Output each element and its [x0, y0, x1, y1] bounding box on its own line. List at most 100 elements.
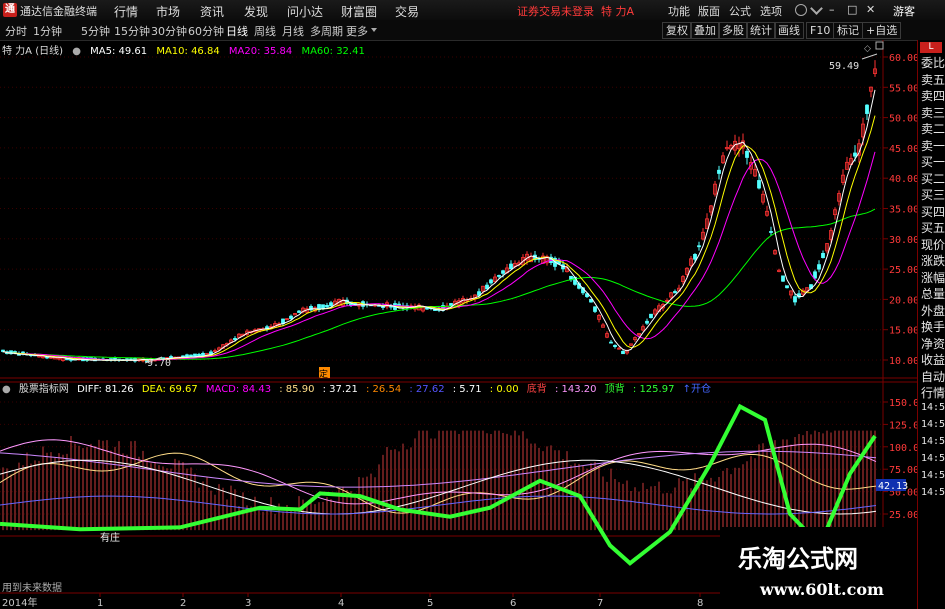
tab-1min[interactable]: 1分钟 — [33, 23, 62, 39]
watermark-url: www.60lt.com — [760, 580, 884, 599]
side-item[interactable]: 卖三 — [921, 104, 945, 121]
more-dropdown-icon[interactable] — [371, 28, 377, 32]
current-stock-name: 特 力A — [601, 5, 635, 18]
side-item[interactable]: 委比 — [921, 54, 945, 71]
win-close-icon[interactable]: ✕ — [866, 3, 875, 16]
expand-icon[interactable] — [875, 41, 884, 50]
tab-monthly[interactable]: 月线 — [282, 23, 304, 39]
candle-body — [693, 254, 697, 260]
tab-15min[interactable]: 15分钟 — [114, 23, 150, 39]
side-item[interactable]: 卖四 — [921, 87, 945, 104]
indicator-tick-label: 150.00 — [889, 398, 917, 409]
side-time: 14:50 — [921, 470, 945, 481]
price-tick-label: 25.00 — [889, 265, 917, 276]
quote-side-panel: L 委比 卖五 卖四 卖三 卖二 卖一 买一 买二 买三 买四 买五 现价 涨跌 涨幅 总量 外盘 换手 净资 收益… — [917, 40, 945, 609]
price-tick-label: 20.00 — [889, 295, 917, 306]
menu-xiaoda[interactable]: 问小达 — [287, 3, 323, 20]
guest-button[interactable]: 游客 — [893, 3, 915, 19]
ma10-line — [2, 115, 876, 361]
annotation-youzhuang: 有庄 — [100, 531, 120, 544]
tab-30min[interactable]: 30分钟 — [151, 23, 187, 39]
price-tick-label: 60.00 — [889, 53, 917, 64]
menu-function[interactable]: 功能 — [668, 3, 690, 19]
tab-5min[interactable]: 5分钟 — [81, 23, 110, 39]
tab-more[interactable]: 更多 — [346, 23, 368, 39]
tool-overlay[interactable]: 叠加 — [690, 22, 720, 39]
value-7: : 143.20 — [554, 384, 597, 395]
menu-quotes[interactable]: 行情 — [114, 3, 138, 20]
indicator-settings-icon[interactable]: ● — [2, 384, 11, 395]
period-toolbar: 分时 1分钟 5分钟 15分钟 30分钟 60分钟 日线 周线 月线 多周期 更… — [0, 20, 945, 41]
tab-intraday[interactable]: 分时 — [5, 23, 27, 39]
chevron-down-icon[interactable] — [810, 2, 823, 15]
menu-news[interactable]: 资讯 — [200, 3, 224, 20]
candle-body — [489, 279, 493, 284]
candle-body — [613, 345, 617, 348]
side-item[interactable]: 卖五 — [921, 71, 945, 88]
user-icon[interactable] — [795, 4, 807, 16]
candle-body — [297, 310, 301, 313]
menu-trade[interactable]: 交易 — [395, 3, 419, 20]
value-3: : 26.54 — [366, 384, 402, 395]
tool-f10[interactable]: F10 — [806, 22, 835, 39]
settings-dot-icon[interactable]: ● — [72, 46, 81, 57]
tab-60min[interactable]: 60分钟 — [188, 23, 224, 39]
watermark-title: 乐淘公式网 — [738, 545, 858, 573]
tool-multi-stock[interactable]: 多股 — [718, 22, 748, 39]
win-minimize-icon[interactable]: – — [829, 3, 835, 16]
side-item[interactable]: 卖二 — [921, 120, 945, 137]
side-item[interactable]: 买一 — [921, 153, 945, 170]
candle-body — [793, 296, 797, 303]
side-item[interactable]: 买五 — [921, 219, 945, 236]
side-badge[interactable]: L — [920, 42, 942, 53]
side-item[interactable]: 净资 — [921, 335, 945, 352]
candle-body — [717, 169, 721, 174]
menu-formula[interactable]: 公式 — [729, 3, 751, 19]
win-maximize-icon[interactable]: □ — [847, 3, 857, 16]
menu-options[interactable]: 选项 — [760, 3, 782, 19]
tab-multi-period[interactable]: 多周期 — [310, 23, 343, 39]
ma20-value: MA20: 35.84 — [228, 46, 293, 57]
menu-discover[interactable]: 发现 — [244, 3, 268, 20]
side-item[interactable]: 外盘 — [921, 302, 945, 319]
tool-draw-line[interactable]: 画线 — [774, 22, 804, 39]
side-item[interactable]: 换手 — [921, 318, 945, 335]
menu-wealth[interactable]: 财富圈 — [341, 3, 377, 20]
date-tick-label: 2 — [180, 598, 186, 609]
indicator-header: ● 股票指标网 DIFF: 81.26 DEA: 69.67 MACD: 84.… — [2, 380, 716, 395]
menu-layout[interactable]: 版面 — [698, 3, 720, 19]
login-alert[interactable]: 证券交易未登录 特 力A — [517, 3, 634, 19]
ma60-line — [2, 208, 876, 360]
side-item[interactable]: 涨幅 — [921, 269, 945, 286]
price-tick-label: 55.00 — [889, 83, 917, 94]
candle-body — [813, 271, 817, 279]
indicator-name[interactable]: 股票指标网 — [19, 384, 69, 395]
diamond-icon[interactable]: ◇ — [864, 44, 871, 54]
side-item[interactable]: 自动 — [921, 368, 945, 385]
low-price-label: 9.70 — [147, 358, 171, 369]
candle-body — [189, 354, 193, 357]
date-tick-label: 7 — [597, 598, 603, 609]
ma10-value: MA10: 46.84 — [156, 46, 220, 57]
tab-daily[interactable]: 日线 — [226, 23, 248, 39]
tool-add-watchlist[interactable]: +自选 — [862, 22, 902, 39]
tool-statistics[interactable]: 统计 — [746, 22, 776, 39]
ma5-value: MA5: 49.61 — [90, 46, 148, 57]
kline-chart[interactable]: 59.49 9.70 定 60.0055.0050.0045.0040.0035… — [0, 40, 917, 609]
side-item[interactable]: 现价 — [921, 236, 945, 253]
side-item[interactable]: 总量 — [921, 285, 945, 302]
side-item[interactable]: 行情 — [921, 384, 945, 401]
tool-restore-rights[interactable]: 复权 — [662, 22, 692, 39]
side-item[interactable]: 买三 — [921, 186, 945, 203]
menu-market[interactable]: 市场 — [156, 3, 180, 20]
side-item[interactable]: 卖一 — [921, 137, 945, 154]
label-open-position: ↑开仓 — [682, 384, 712, 395]
side-item[interactable]: 涨跌 — [921, 252, 945, 269]
indicator-tick-label: 125.00 — [889, 420, 917, 431]
tool-mark[interactable]: 标记 — [833, 22, 863, 39]
candle-body — [621, 350, 625, 355]
side-item[interactable]: 收益 — [921, 351, 945, 368]
tab-weekly[interactable]: 周线 — [254, 23, 276, 39]
side-item[interactable]: 买二 — [921, 170, 945, 187]
side-item[interactable]: 买四 — [921, 203, 945, 220]
